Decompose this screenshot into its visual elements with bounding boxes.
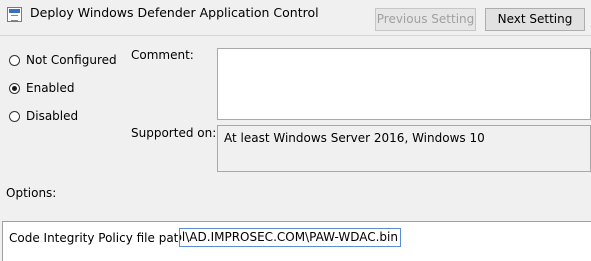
previous-setting-button[interactable]: Previous Setting	[375, 8, 476, 31]
supported-on-value: At least Windows Server 2016, Windows 10	[217, 125, 591, 172]
disabled-label: Disabled	[26, 109, 79, 123]
supported-on-label: Supported on:	[131, 126, 217, 140]
comment-textarea[interactable]	[217, 48, 591, 120]
comment-label: Comment:	[131, 48, 194, 62]
code-integrity-path-input[interactable]: rol\AD.IMPROSEC.COM\PAW-WDAC.bin	[179, 228, 401, 247]
header-separator	[0, 35, 591, 36]
code-integrity-path-label: Code Integrity Policy file path:	[9, 231, 191, 245]
radio-circle-icon	[9, 54, 20, 66]
options-label: Options:	[6, 186, 57, 200]
radio-circle-icon	[9, 110, 20, 122]
enabled-radio[interactable]: Enabled	[9, 80, 75, 96]
not-configured-radio[interactable]: Not Configured	[9, 52, 117, 68]
radio-selected-icon	[9, 82, 20, 94]
disabled-radio[interactable]: Disabled	[9, 108, 78, 124]
path-value-text: rol\AD.IMPROSEC.COM\PAW-WDAC.bin	[179, 230, 398, 244]
enabled-label: Enabled	[26, 81, 75, 95]
policy-setting-icon	[7, 7, 22, 22]
next-setting-button[interactable]: Next Setting	[485, 8, 585, 31]
not-configured-label: Not Configured	[26, 53, 117, 67]
window-title: Deploy Windows Defender Application Cont…	[30, 5, 319, 20]
